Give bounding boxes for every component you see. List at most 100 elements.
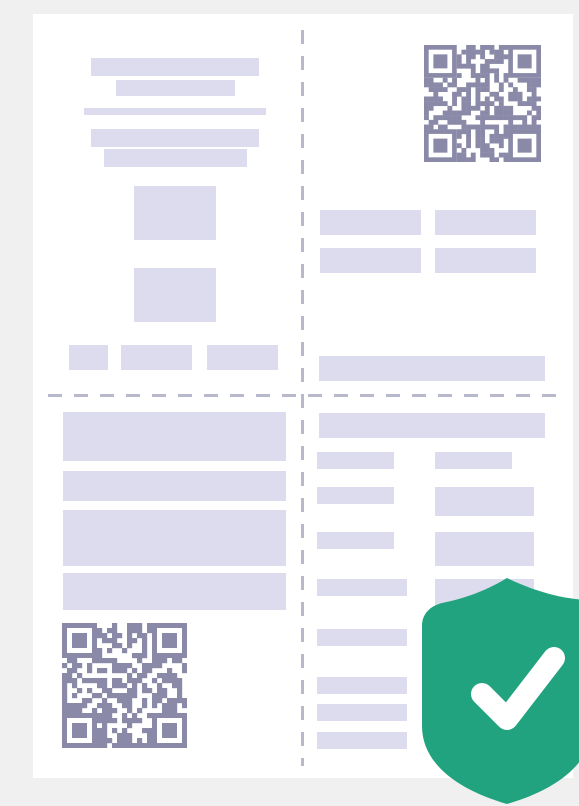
qr-module: [428, 77, 434, 83]
qr-module: [127, 698, 133, 704]
label-4: [317, 579, 407, 596]
qr-module: [182, 698, 187, 704]
label-1: [317, 452, 394, 469]
qr-module: [531, 96, 537, 102]
qr-module: [127, 643, 133, 649]
qr-module: [172, 708, 178, 714]
qr-module: [428, 101, 434, 107]
qr-module: [77, 688, 83, 694]
qr-module: [466, 82, 471, 88]
qr-module: [498, 96, 504, 102]
qr-module: [489, 152, 495, 158]
qr-module: [122, 668, 128, 674]
qr-module: [424, 115, 429, 121]
qr-module: [456, 110, 462, 116]
qr-module: [456, 157, 462, 162]
qr-module: [475, 101, 481, 107]
qr-module: [475, 138, 481, 144]
qr-module: [484, 147, 490, 153]
qr-module: [107, 738, 113, 744]
qr-module: [442, 124, 448, 130]
qr-module: [475, 124, 481, 130]
qr-module: [424, 82, 429, 88]
label-8: [317, 732, 407, 749]
qr-module: [489, 91, 495, 97]
qr-module: [107, 658, 113, 664]
qr-module: [157, 683, 163, 689]
qr-module: [177, 688, 183, 694]
qr-module: [77, 663, 83, 669]
qr-finder-pattern: [433, 138, 448, 153]
qr-module: [480, 54, 486, 60]
qr-module: [470, 63, 476, 69]
title-line-1: [91, 58, 259, 76]
qr-module: [480, 124, 486, 130]
qr-module: [172, 658, 178, 664]
qr-module: [87, 663, 93, 669]
qr-module: [466, 59, 471, 64]
qr-module: [489, 101, 495, 107]
qr-module: [494, 77, 500, 83]
qr-module: [480, 147, 486, 153]
value-2: [435, 487, 534, 516]
qr-module: [498, 138, 504, 144]
qr-module: [157, 673, 163, 679]
qr-module: [132, 628, 138, 634]
qr-module: [475, 133, 481, 139]
qr-module: [480, 73, 486, 78]
qr-module: [142, 643, 148, 649]
qr-module: [147, 668, 153, 674]
qr-module: [97, 648, 103, 654]
qr-module: [72, 678, 78, 684]
qr-module: [531, 101, 537, 107]
qr-module: [433, 87, 439, 92]
qr-module: [137, 708, 143, 714]
qr-module: [475, 143, 481, 149]
qr-module: [484, 124, 490, 130]
qr-module: [142, 743, 148, 748]
qr-module: [167, 708, 173, 714]
qr-module: [162, 673, 168, 679]
qr-module: [456, 129, 462, 135]
qr-module: [461, 152, 467, 158]
qr-module: [152, 678, 158, 684]
qr-module: [447, 115, 453, 121]
qr-module: [470, 105, 476, 111]
horizontal-dashed-divider: [48, 394, 560, 397]
qr-module: [147, 623, 153, 629]
qr-module: [147, 738, 153, 744]
field-box-2: [435, 210, 536, 235]
qr-module: [498, 152, 504, 158]
qr-module: [489, 49, 495, 55]
qr-module: [470, 124, 476, 130]
qr-module: [489, 115, 495, 121]
qr-module: [117, 738, 123, 744]
qr-module: [72, 668, 78, 674]
qr-module: [452, 115, 457, 121]
qr-module: [489, 157, 495, 162]
qr-module: [137, 633, 143, 639]
qr-module: [177, 658, 183, 664]
qr-module: [117, 743, 123, 748]
qr-module: [127, 733, 133, 739]
qr-module: [127, 628, 133, 634]
qr-module: [77, 673, 83, 679]
qr-module: [147, 663, 153, 669]
qr-module: [127, 718, 133, 724]
qr-module: [466, 133, 471, 139]
qr-module: [461, 96, 467, 102]
qr-module: [122, 683, 128, 689]
qr-module: [461, 101, 467, 107]
field-box-4: [435, 248, 536, 273]
qr-module: [102, 738, 108, 744]
qr-module: [142, 688, 148, 694]
qr-module: [475, 115, 481, 121]
qr-module: [97, 628, 103, 634]
qr-module: [147, 733, 153, 739]
qr-module: [456, 63, 462, 69]
qr-module: [508, 115, 514, 121]
qr-module: [62, 703, 68, 709]
qr-module: [117, 643, 123, 649]
qr-module: [97, 738, 103, 744]
qr-module: [452, 77, 457, 83]
